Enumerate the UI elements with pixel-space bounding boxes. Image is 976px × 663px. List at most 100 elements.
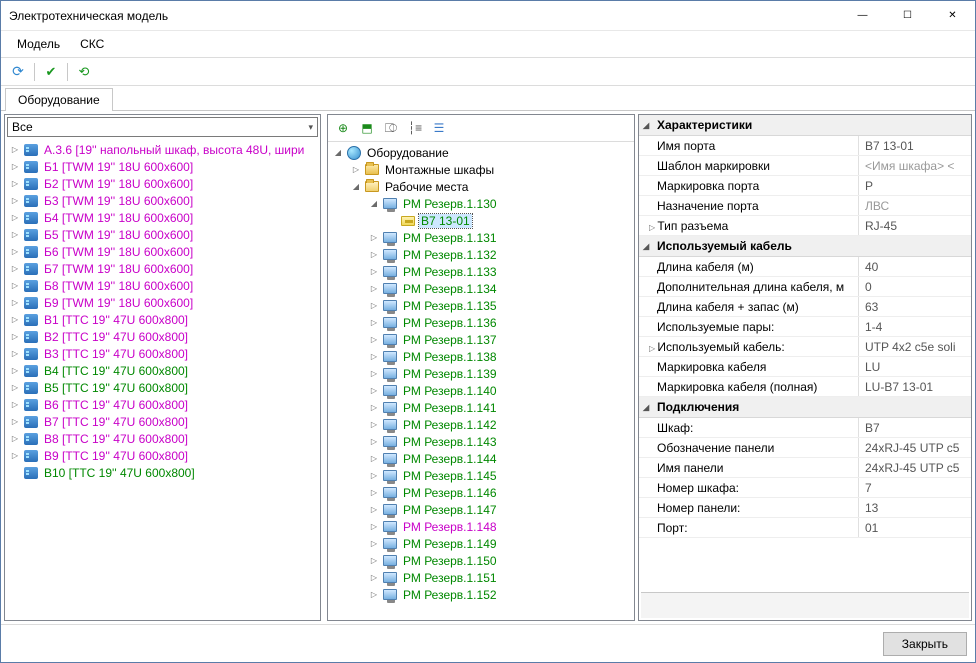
property-grid[interactable]: ◢ХарактеристикиИмя портаВ7 13-01Шаблон м… bbox=[639, 115, 971, 592]
expand-toggle[interactable] bbox=[368, 402, 380, 414]
expand-toggle[interactable] bbox=[9, 178, 21, 190]
tree-item[interactable]: РМ Резерв.1.133 bbox=[328, 263, 634, 280]
tree-item[interactable]: РМ Резерв.1.148 bbox=[328, 518, 634, 535]
tree-item[interactable]: Монтажные шкафы bbox=[328, 161, 634, 178]
property-value[interactable]: <Имя шкафа> < bbox=[859, 156, 971, 175]
equipment-tree[interactable]: А.3.6 [19'' напольный шкаф, высота 48U, … bbox=[5, 139, 320, 620]
expand-toggle[interactable] bbox=[9, 161, 21, 173]
close-button[interactable]: Закрыть bbox=[883, 632, 967, 656]
tree-item[interactable]: Б7 [TWM 19'' 18U 600x600] bbox=[5, 260, 320, 277]
tree-item[interactable]: РМ Резерв.1.135 bbox=[328, 297, 634, 314]
expand-toggle[interactable] bbox=[368, 419, 380, 431]
tree-item[interactable]: РМ Резерв.1.144 bbox=[328, 450, 634, 467]
expand-toggle[interactable] bbox=[368, 283, 380, 295]
property-value[interactable]: 1-4 bbox=[859, 317, 971, 336]
tree-item[interactable]: Б1 [TWM 19'' 18U 600x600] bbox=[5, 158, 320, 175]
expand-toggle[interactable] bbox=[368, 538, 380, 550]
property-value[interactable]: LU-В7 13-01 bbox=[859, 377, 971, 396]
property-value[interactable]: 7 bbox=[859, 478, 971, 497]
expand-toggle[interactable] bbox=[9, 246, 21, 258]
property-row[interactable]: ▷ Тип разъемаRJ-45 bbox=[639, 216, 971, 236]
expand-toggle[interactable] bbox=[9, 144, 21, 156]
property-row[interactable]: Длина кабеля (м)40 bbox=[639, 257, 971, 277]
property-value[interactable]: В7 bbox=[859, 418, 971, 437]
tree-item[interactable]: РМ Резерв.1.145 bbox=[328, 467, 634, 484]
tree-item[interactable]: Б2 [TWM 19'' 18U 600x600] bbox=[5, 175, 320, 192]
tree-item[interactable]: РМ Резерв.1.143 bbox=[328, 433, 634, 450]
expand-toggle[interactable] bbox=[368, 453, 380, 465]
workplace-tree[interactable]: ОборудованиеМонтажные шкафыРабочие места… bbox=[328, 142, 634, 620]
expand-toggle[interactable] bbox=[368, 351, 380, 363]
expand-toggle[interactable] bbox=[368, 385, 380, 397]
property-value[interactable]: RJ-45 bbox=[859, 216, 971, 235]
property-row[interactable]: Дополнительная длина кабеля, м0 bbox=[639, 277, 971, 297]
tree-item[interactable]: Б4 [TWM 19'' 18U 600x600] bbox=[5, 209, 320, 226]
tree-item[interactable]: В3 [TTC 19'' 47U 600x800] bbox=[5, 345, 320, 362]
tree-item[interactable]: В10 [TTC 19'' 47U 600x800] bbox=[5, 464, 320, 481]
expand-toggle[interactable] bbox=[9, 195, 21, 207]
expand-toggle[interactable] bbox=[368, 487, 380, 499]
property-row[interactable]: Назначение портаЛВС bbox=[639, 196, 971, 216]
property-row[interactable]: Обозначение панели24xRJ-45 UTP c5 bbox=[639, 438, 971, 458]
tree-item[interactable]: Б6 [TWM 19'' 18U 600x600] bbox=[5, 243, 320, 260]
tree-item[interactable]: РМ Резерв.1.131 bbox=[328, 229, 634, 246]
expand-toggle[interactable] bbox=[368, 317, 380, 329]
expand-toggle[interactable] bbox=[9, 331, 21, 343]
tree-item[interactable]: РМ Резерв.1.138 bbox=[328, 348, 634, 365]
property-value[interactable]: 24xRJ-45 UTP c5 bbox=[859, 438, 971, 457]
expand-toggle[interactable] bbox=[368, 334, 380, 346]
tree-item[interactable]: РМ Резерв.1.139 bbox=[328, 365, 634, 382]
expand-toggle[interactable] bbox=[9, 263, 21, 275]
expand-toggle[interactable] bbox=[9, 450, 21, 462]
tree-item[interactable]: Рабочие места bbox=[328, 178, 634, 195]
tree-item[interactable]: В5 [TTC 19'' 47U 600x800] bbox=[5, 379, 320, 396]
tree-item[interactable]: РМ Резерв.1.132 bbox=[328, 246, 634, 263]
tree-item[interactable]: РМ Резерв.1.151 bbox=[328, 569, 634, 586]
outline-button[interactable]: ⎄ bbox=[380, 118, 402, 138]
list-view-button[interactable]: ☰ bbox=[428, 118, 450, 138]
menu-sks[interactable]: СКС bbox=[70, 33, 114, 55]
check-button[interactable]: ✔ bbox=[40, 61, 62, 83]
property-row[interactable]: Шаблон маркировки<Имя шкафа> < bbox=[639, 156, 971, 176]
tree-item[interactable]: В7 [TTC 19'' 47U 600x800] bbox=[5, 413, 320, 430]
expand-toggle[interactable] bbox=[368, 589, 380, 601]
expand-toggle[interactable] bbox=[9, 416, 21, 428]
property-row[interactable]: Номер панели:13 bbox=[639, 498, 971, 518]
tree-item[interactable]: Б3 [TWM 19'' 18U 600x600] bbox=[5, 192, 320, 209]
property-value[interactable]: 0 bbox=[859, 277, 971, 296]
tree-item[interactable]: А.3.6 [19'' напольный шкаф, высота 48U, … bbox=[5, 141, 320, 158]
property-row[interactable]: Шкаф:В7 bbox=[639, 418, 971, 438]
property-row[interactable]: Имя портаВ7 13-01 bbox=[639, 136, 971, 156]
property-value[interactable]: UTP 4x2 c5e soli bbox=[859, 337, 971, 356]
property-row[interactable]: Номер шкафа:7 bbox=[639, 478, 971, 498]
expand-toggle[interactable] bbox=[368, 266, 380, 278]
tree-item[interactable]: Оборудование bbox=[328, 144, 634, 161]
tree-view-button[interactable]: ┆≡ bbox=[404, 118, 426, 138]
expand-toggle[interactable] bbox=[368, 368, 380, 380]
expand-toggle[interactable] bbox=[368, 555, 380, 567]
tree-item[interactable]: В6 [TTC 19'' 47U 600x800] bbox=[5, 396, 320, 413]
property-value[interactable]: 40 bbox=[859, 257, 971, 276]
expand-toggle[interactable] bbox=[9, 382, 21, 394]
expand-toggle[interactable] bbox=[9, 297, 21, 309]
tree-item[interactable]: В7 13-01 bbox=[328, 212, 634, 229]
expand-toggle[interactable] bbox=[9, 433, 21, 445]
menu-model[interactable]: Модель bbox=[7, 33, 70, 55]
property-value[interactable]: 01 bbox=[859, 518, 971, 537]
tree-item[interactable]: В8 [TTC 19'' 47U 600x800] bbox=[5, 430, 320, 447]
tree-item[interactable]: В9 [TTC 19'' 47U 600x800] bbox=[5, 447, 320, 464]
property-value[interactable]: 24xRJ-45 UTP c5 bbox=[859, 458, 971, 477]
add-node-button[interactable]: ⊕ bbox=[332, 118, 354, 138]
tree-item[interactable]: РМ Резерв.1.146 bbox=[328, 484, 634, 501]
property-value[interactable]: 13 bbox=[859, 498, 971, 517]
expand-toggle[interactable] bbox=[368, 470, 380, 482]
minimize-button[interactable]: — bbox=[840, 1, 885, 30]
property-value[interactable]: Р bbox=[859, 176, 971, 195]
expand-toggle[interactable] bbox=[9, 314, 21, 326]
expand-toggle[interactable] bbox=[9, 348, 21, 360]
filter-dropdown[interactable]: Все bbox=[7, 117, 318, 137]
expand-toggle[interactable] bbox=[368, 300, 380, 312]
tree-item[interactable]: РМ Резерв.1.141 bbox=[328, 399, 634, 416]
tree-item[interactable]: РМ Резерв.1.149 bbox=[328, 535, 634, 552]
expand-toggle[interactable] bbox=[368, 521, 380, 533]
